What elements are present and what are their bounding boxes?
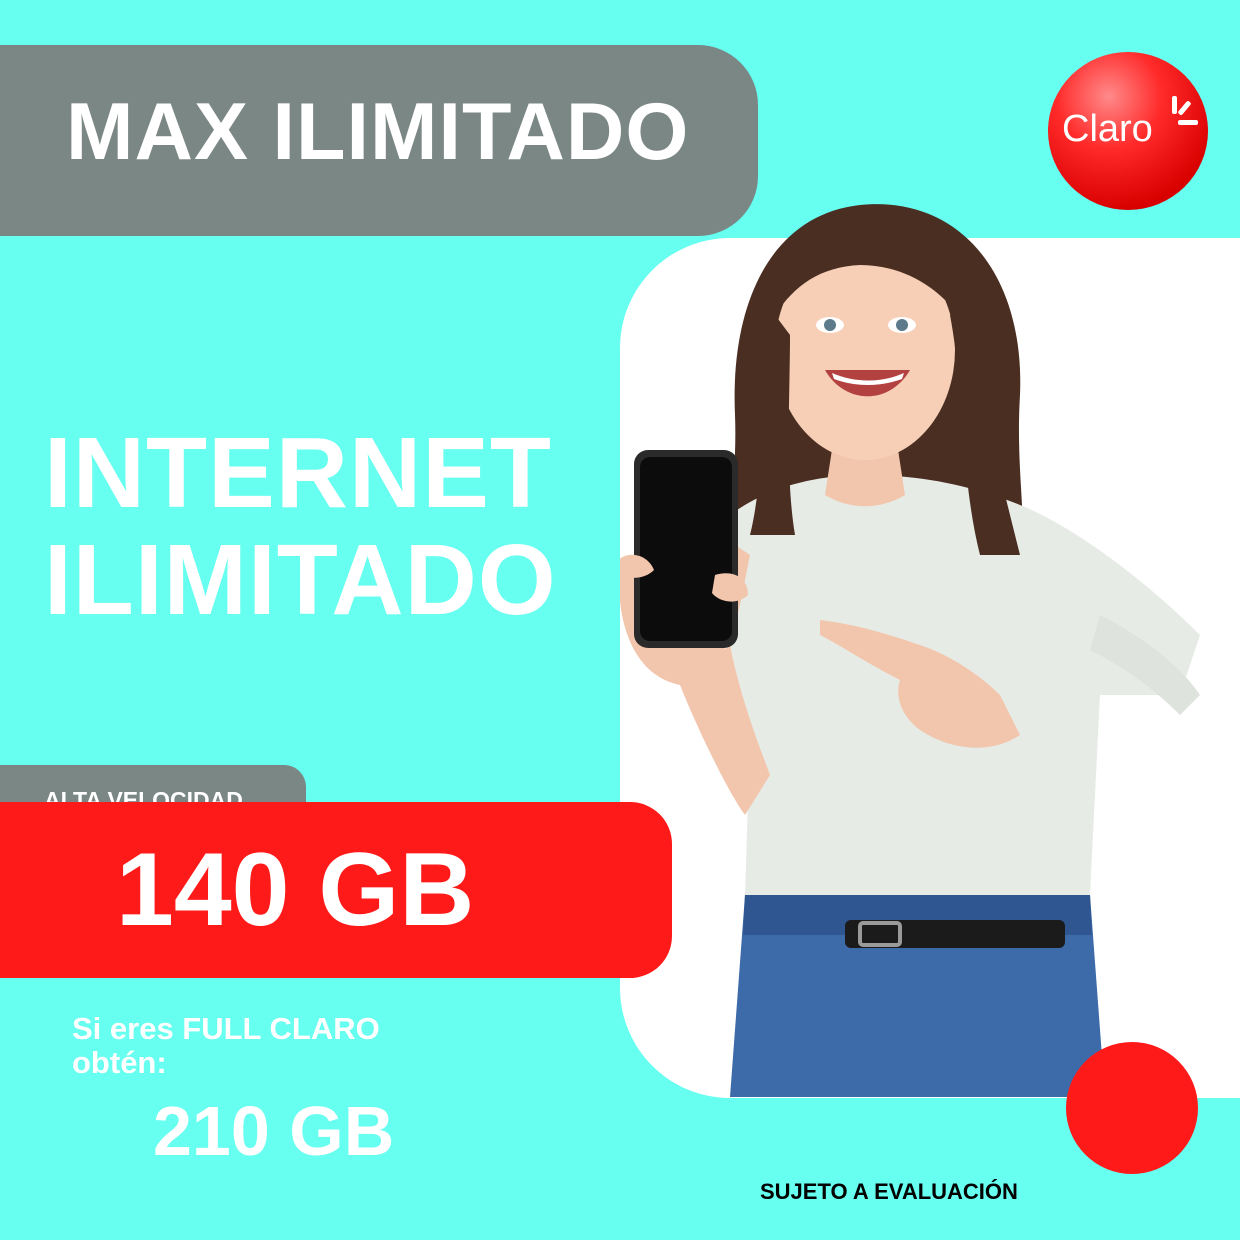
plan-title: MAX ILIMITADO (66, 87, 690, 177)
logo-spark-icon (1168, 96, 1198, 128)
promo-canvas: MAX ILIMITADO Claro INTERNET ILIMITADO A… (0, 0, 1240, 1240)
full-claro-line-1: Si eres FULL CLARO (72, 1011, 380, 1046)
headline-line-2: ILIMITADO (44, 524, 557, 636)
disclaimer: SUJETO A EVALUACIÓN (760, 1179, 1018, 1204)
headline: INTERNET ILIMITADO (44, 420, 557, 634)
data-amount: 140 GB (116, 832, 475, 948)
claro-logo-text: Claro (1062, 108, 1153, 150)
full-claro-amount: 210 GB (153, 1092, 395, 1170)
headline-line-1: INTERNET (44, 417, 552, 529)
full-claro-offer: Si eres FULL CLARO obtén: (72, 1011, 380, 1081)
full-claro-line-2: obtén: (72, 1045, 167, 1081)
woman-with-phone-image (620, 204, 1200, 1097)
decorative-red-circle (1066, 1042, 1198, 1174)
